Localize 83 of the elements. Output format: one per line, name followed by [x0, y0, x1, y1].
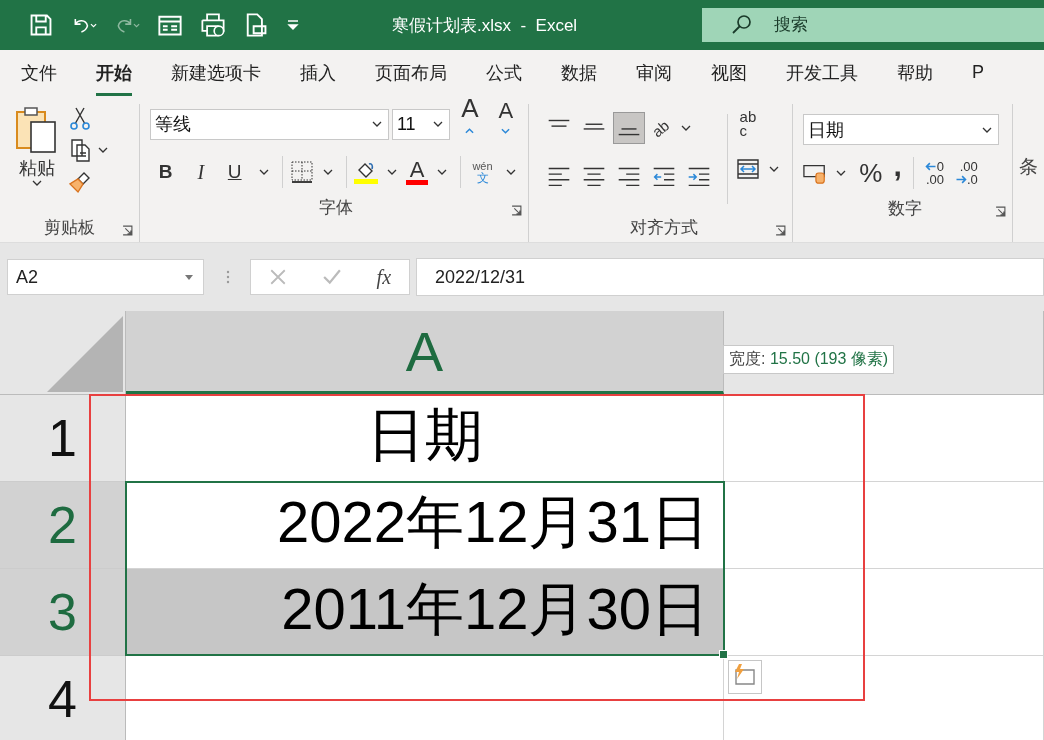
table-cell[interactable]: [724, 395, 1044, 482]
dialog-launcher-icon[interactable]: [121, 225, 133, 236]
column-header[interactable]: A: [126, 311, 724, 394]
font-size-dropdown[interactable]: 11: [391, 108, 450, 140]
row-header[interactable]: 2: [0, 482, 126, 569]
number-format-dropdown[interactable]: 日期: [803, 114, 1000, 145]
merge-center-icon[interactable]: [735, 157, 760, 181]
ribbon-tab[interactable]: 页面布局: [375, 52, 447, 96]
grip-icon[interactable]: [226, 269, 230, 285]
arrow-left-icon: [924, 162, 937, 171]
increase-font-size-button[interactable]: A: [452, 93, 487, 155]
font-name-dropdown[interactable]: 等线: [149, 108, 389, 140]
scissors-icon[interactable]: [68, 106, 92, 130]
align-bottom-icon[interactable]: [612, 112, 645, 144]
caret-icon[interactable]: [836, 170, 847, 176]
formula-input[interactable]: 2022/12/31: [416, 258, 1044, 296]
comma-style-button[interactable]: ,: [889, 156, 906, 190]
dialog-launcher-icon[interactable]: [510, 205, 522, 216]
clipboard-icon[interactable]: [15, 106, 59, 154]
name-box[interactable]: A2: [7, 259, 204, 295]
decrease-font-size-button[interactable]: A: [490, 98, 522, 150]
borders-icon[interactable]: [289, 160, 314, 184]
font-color-button[interactable]: A: [405, 159, 429, 185]
caret-icon[interactable]: [681, 125, 692, 131]
ribbon-tab[interactable]: 开发工具: [786, 52, 858, 96]
wrap-text-button[interactable]: ab c: [735, 110, 785, 137]
row-header[interactable]: 4: [0, 656, 126, 740]
caret-icon[interactable]: [322, 169, 333, 175]
group-label: 数字: [887, 197, 922, 220]
fill-color-icon[interactable]: [353, 160, 378, 184]
caret-icon: [982, 126, 993, 133]
ribbon-tab[interactable]: 帮助: [897, 52, 933, 96]
caret-icon[interactable]: [505, 169, 516, 175]
table-cell[interactable]: [724, 482, 1044, 569]
table-cell[interactable]: 2011年12月30日: [126, 569, 724, 656]
tooltip-label: 宽度:: [729, 350, 766, 367]
row-header[interactable]: 1: [0, 395, 126, 482]
percent-button[interactable]: %: [855, 157, 887, 189]
dialog-launcher-icon[interactable]: [995, 206, 1006, 217]
ribbon-tab[interactable]: 新建选项卡: [171, 52, 261, 96]
caret-down-icon: [501, 128, 511, 134]
ribbon-tab[interactable]: 插入: [300, 52, 336, 96]
paste-button[interactable]: 粘贴: [19, 156, 55, 180]
ribbon-tab[interactable]: 公式: [486, 52, 522, 96]
caret-icon[interactable]: [258, 169, 269, 175]
group-label: 字体: [318, 196, 353, 219]
tooltip-value: 15.50 (193 像素): [769, 350, 889, 367]
search-field[interactable]: 搜索: [702, 8, 1044, 42]
italic-button[interactable]: I: [184, 160, 217, 184]
caret-up-icon: [465, 128, 475, 134]
ribbon-tab[interactable]: 开始: [96, 52, 132, 96]
caret-icon: [371, 121, 382, 127]
caret-icon[interactable]: [768, 166, 779, 172]
paintbrush-icon[interactable]: [68, 170, 92, 194]
orientation-button[interactable]: ab: [645, 113, 675, 143]
dialog-launcher-icon[interactable]: [775, 225, 787, 236]
decrease-decimal-button[interactable]: .00 .0: [950, 160, 982, 186]
copy-icon[interactable]: [68, 138, 92, 162]
group-label: 对齐方式: [630, 216, 699, 239]
group-label: 剪贴板: [43, 216, 95, 239]
customize-caret-icon[interactable]: [286, 18, 300, 32]
ribbon-tab[interactable]: P: [972, 54, 984, 94]
caret-icon[interactable]: [386, 169, 397, 175]
phonetic-guide-button[interactable]: wén 文: [468, 160, 497, 184]
caret-icon: [432, 121, 443, 127]
window-title: 寒假计划表.xlsx - Excel: [392, 14, 579, 37]
table-cell[interactable]: 日期: [126, 395, 724, 482]
ribbon-tab[interactable]: 文件: [21, 52, 57, 96]
bold-button[interactable]: B: [149, 161, 182, 183]
ribbon-tab[interactable]: 视图: [711, 52, 747, 96]
ribbon-button[interactable]: 条: [1019, 154, 1038, 180]
arrow-right-icon: [954, 175, 967, 184]
save-icon[interactable]: [28, 12, 54, 38]
row-header[interactable]: 3: [0, 569, 126, 656]
caret-icon[interactable]: [32, 180, 42, 186]
underline-button[interactable]: U: [219, 161, 250, 183]
print-preview-icon[interactable]: [200, 12, 226, 38]
caret-icon[interactable]: [437, 169, 448, 175]
ribbon-tab[interactable]: 审阅: [636, 52, 672, 96]
increase-decimal-button[interactable]: 0 .00: [920, 160, 948, 186]
ribbon-tab[interactable]: 数据: [561, 52, 597, 96]
insert-function-button[interactable]: fx: [376, 265, 392, 289]
caret-icon[interactable]: [98, 147, 108, 153]
